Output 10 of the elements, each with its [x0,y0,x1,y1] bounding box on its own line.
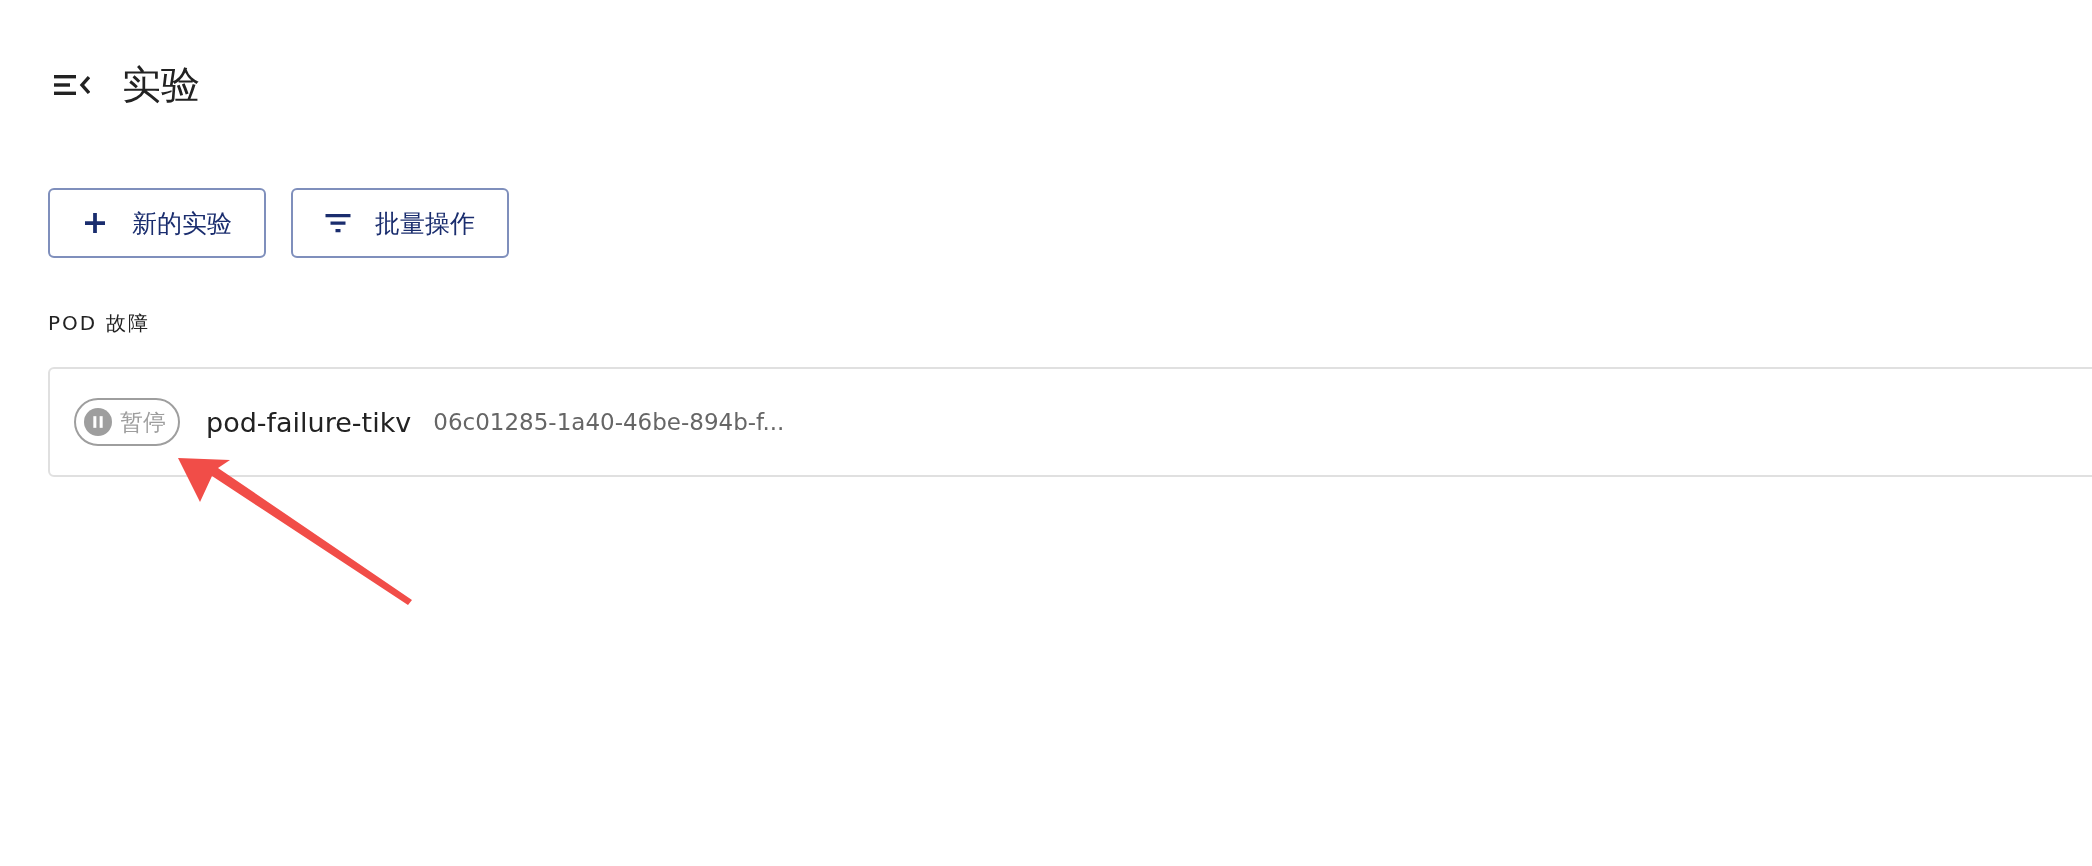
page-title: 实验 [122,61,200,109]
pause-icon [84,408,112,436]
new-experiment-button[interactable]: 新的实验 [48,188,266,258]
experiment-card[interactable]: 暂停 pod-failure-tikv 06c01285-1a40-46be-894b-f... [48,367,2092,477]
experiment-uid: 06c01285-1a40-46be-894b-f... [433,409,785,435]
section-title: POD 故障 [48,310,151,337]
experiment-name: pod-failure-tikv [206,406,412,438]
batch-operation-button[interactable]: 批量操作 [291,188,509,258]
menu-collapse-icon[interactable] [54,73,90,97]
status-chip: 暂停 [74,398,180,446]
